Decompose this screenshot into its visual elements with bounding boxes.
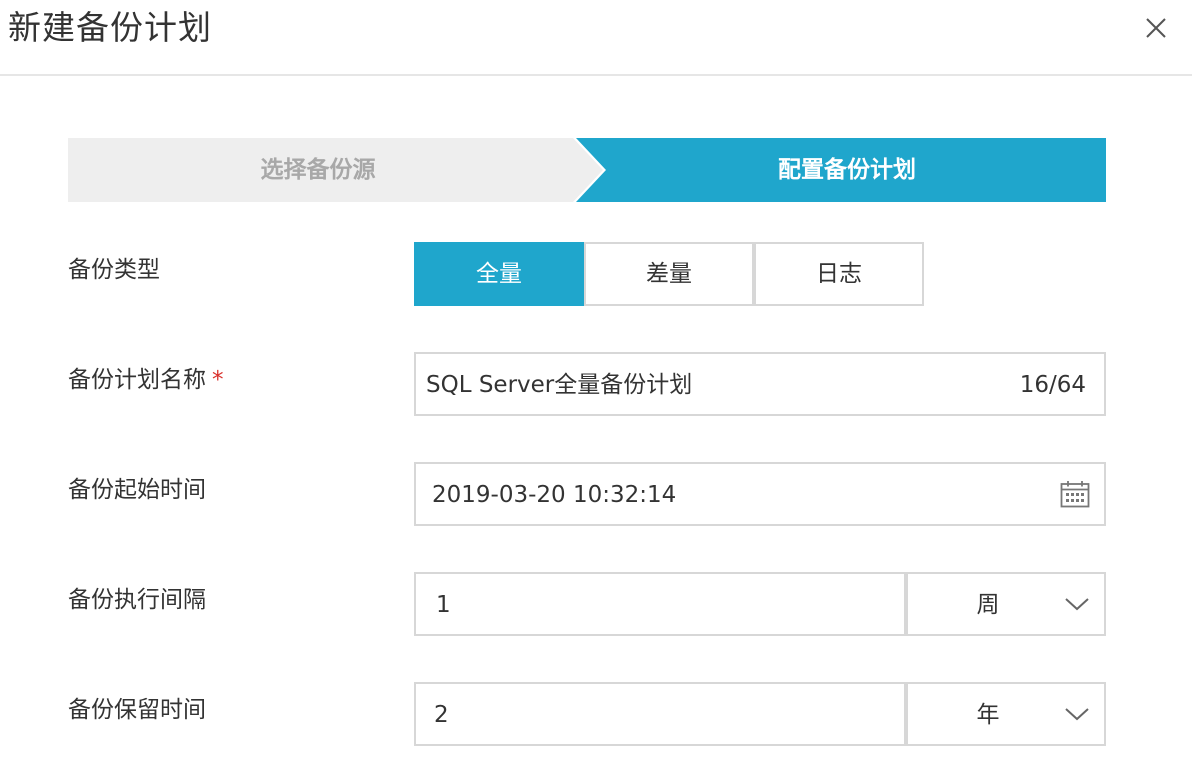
close-icon [1146, 18, 1166, 38]
plan-name-label-text: 备份计划名称 [68, 367, 206, 393]
backup-type-full-button[interactable]: 全量 [414, 242, 584, 306]
retention-input[interactable]: 2 [414, 682, 906, 746]
interval-value: 1 [436, 592, 451, 618]
backup-type-selector: 全量 差量 日志 [414, 242, 924, 306]
interval-unit-select[interactable]: 周 [906, 572, 1106, 636]
retention-value: 2 [434, 702, 449, 728]
interval-label: 备份执行间隔 [68, 587, 206, 613]
calendar-icon[interactable] [1060, 480, 1090, 508]
interval-unit-value: 周 [976, 592, 1000, 618]
dialog-title: 新建备份计划 [8, 8, 212, 47]
plan-name-label: 备份计划名称 * [68, 365, 224, 395]
start-time-label: 备份起始时间 [68, 477, 206, 503]
retention-label: 备份保留时间 [68, 697, 206, 723]
interval-input[interactable]: 1 [414, 572, 906, 636]
required-mark: * [212, 367, 224, 393]
retention-unit-value: 年 [976, 702, 1000, 728]
chevron-down-icon [1065, 708, 1089, 721]
backup-type-log-button[interactable]: 日志 [754, 242, 924, 306]
backup-type-differential-button[interactable]: 差量 [584, 242, 754, 306]
step-configure-plan[interactable]: 配置备份计划 [588, 138, 1106, 202]
step-progress: 选择备份源 配置备份计划 [68, 138, 1106, 202]
new-backup-plan-dialog: 新建备份计划 选择备份源 配置备份计划 备份类型 全量 差量 日志 备份计划名称… [0, 0, 1192, 770]
retention-unit-select[interactable]: 年 [906, 682, 1106, 746]
close-button[interactable] [1140, 12, 1172, 44]
start-time-picker[interactable]: 2019-03-20 10:32:14 [414, 462, 1106, 526]
start-time-value: 2019-03-20 10:32:14 [432, 482, 677, 508]
plan-name-value: SQL Server全量备份计划 [426, 372, 693, 398]
plan-name-input[interactable]: SQL Server全量备份计划 16/64 [414, 352, 1106, 416]
dialog-header: 新建备份计划 [0, 0, 1192, 76]
backup-type-label: 备份类型 [68, 257, 160, 283]
plan-name-char-counter: 16/64 [1019, 372, 1086, 398]
chevron-down-icon [1065, 598, 1089, 611]
step-select-source[interactable]: 选择备份源 [68, 138, 568, 202]
